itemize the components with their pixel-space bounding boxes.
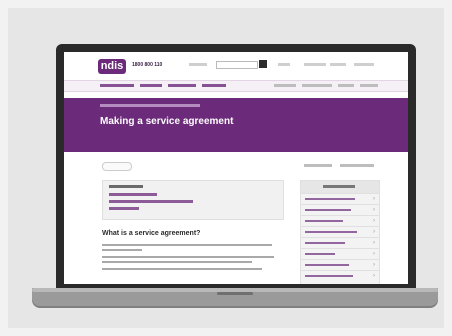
sidebar-item[interactable]: › bbox=[301, 248, 379, 259]
sidebar-item[interactable]: › bbox=[301, 226, 379, 237]
nav-item[interactable] bbox=[168, 84, 196, 87]
nav-item[interactable] bbox=[140, 84, 162, 87]
sidebar-item-label bbox=[305, 209, 351, 211]
sidebar-item-label bbox=[305, 264, 349, 266]
sidebar-item-label bbox=[305, 220, 343, 222]
nav-item[interactable] bbox=[100, 84, 134, 87]
sidebar-item[interactable]: › bbox=[301, 237, 379, 248]
chevron-right-icon: › bbox=[373, 229, 375, 235]
sidebar-item-label bbox=[305, 253, 335, 255]
paragraph-line bbox=[102, 261, 252, 263]
nav-item[interactable] bbox=[360, 84, 378, 87]
chevron-right-icon: › bbox=[373, 273, 375, 279]
sidebar-item-label bbox=[305, 231, 357, 233]
utility-link[interactable] bbox=[304, 63, 326, 66]
nav-item[interactable] bbox=[202, 84, 226, 87]
toc-title bbox=[109, 185, 143, 188]
sidebar-item[interactable]: › bbox=[301, 259, 379, 270]
paragraph-line bbox=[102, 256, 274, 258]
laptop-screen: ndis 1800 800 110 Making a service agree… bbox=[64, 52, 408, 284]
share-button[interactable] bbox=[102, 162, 132, 171]
chevron-right-icon: › bbox=[373, 207, 375, 213]
toc-link[interactable] bbox=[109, 207, 139, 210]
paragraph-line bbox=[102, 249, 142, 251]
related-links-sidebar: › › › › › › › › bbox=[300, 180, 380, 284]
chevron-right-icon: › bbox=[373, 240, 375, 246]
sidebar-item-label bbox=[305, 242, 345, 244]
on-this-page-box bbox=[102, 180, 284, 220]
utility-link[interactable] bbox=[354, 63, 374, 66]
laptop-notch bbox=[217, 292, 253, 295]
toc-link[interactable] bbox=[109, 193, 157, 196]
laptop-lid: ndis 1800 800 110 Making a service agree… bbox=[56, 44, 416, 288]
paragraph-line bbox=[102, 244, 272, 246]
page-title: Making a service agreement bbox=[100, 116, 234, 127]
sidebar-item[interactable]: › bbox=[301, 193, 379, 204]
toc-link[interactable] bbox=[109, 200, 193, 203]
laptop-base bbox=[32, 288, 438, 306]
sidebar-item[interactable]: › bbox=[301, 215, 379, 226]
chevron-right-icon: › bbox=[373, 218, 375, 224]
print-link[interactable] bbox=[304, 164, 332, 167]
utility-link[interactable] bbox=[189, 63, 207, 66]
breadcrumb[interactable] bbox=[100, 104, 200, 107]
utility-link[interactable] bbox=[330, 63, 346, 66]
section-heading: What is a service agreement? bbox=[102, 230, 201, 237]
hero-banner: Making a service agreement bbox=[64, 98, 408, 152]
sidebar-item-label bbox=[305, 275, 353, 277]
ndis-logo[interactable]: ndis bbox=[98, 59, 126, 74]
main-nav bbox=[64, 80, 408, 92]
sidebar-item-label bbox=[305, 198, 355, 200]
phone-number[interactable]: 1800 800 110 bbox=[132, 62, 162, 68]
site-header: ndis 1800 800 110 bbox=[64, 52, 408, 80]
sidebar-header bbox=[301, 181, 379, 193]
chevron-right-icon: › bbox=[373, 251, 375, 257]
paragraph-line bbox=[102, 268, 262, 270]
sidebar-item[interactable]: › bbox=[301, 204, 379, 215]
utility-link[interactable] bbox=[278, 63, 290, 66]
nav-item[interactable] bbox=[338, 84, 354, 87]
sidebar-title bbox=[323, 185, 355, 188]
nav-item[interactable] bbox=[274, 84, 296, 87]
download-link[interactable] bbox=[340, 164, 374, 167]
search-button[interactable] bbox=[259, 60, 267, 68]
sidebar-item[interactable]: › bbox=[301, 270, 379, 281]
search-input[interactable] bbox=[216, 61, 258, 69]
nav-item[interactable] bbox=[302, 84, 332, 87]
background-panel: ndis 1800 800 110 Making a service agree… bbox=[8, 8, 444, 328]
chevron-right-icon: › bbox=[373, 196, 375, 202]
chevron-right-icon: › bbox=[373, 262, 375, 268]
